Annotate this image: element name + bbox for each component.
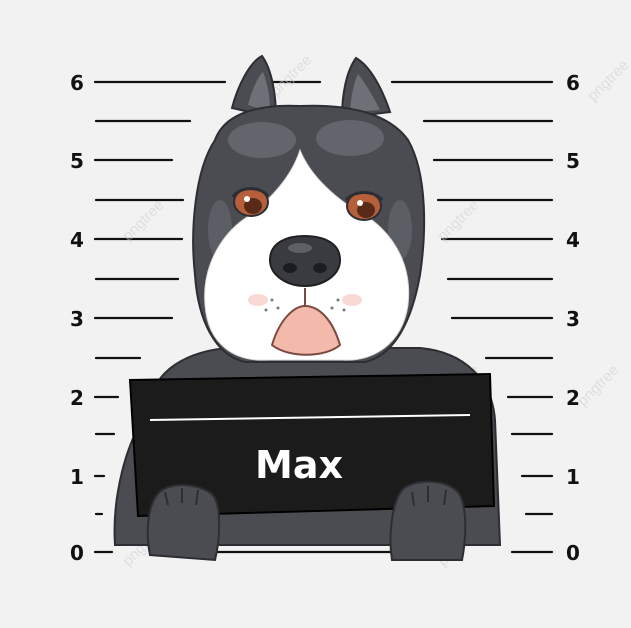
watermark-text-3: pngtree [119, 197, 167, 245]
dog-blush-left [248, 294, 268, 306]
height-label-left-5: 5 [70, 149, 84, 173]
height-label-right-6: 6 [566, 71, 580, 95]
height-labels-left: 6 5 4 3 2 1 0 [70, 71, 84, 565]
mugshot-scene: 6 5 4 3 2 1 0 6 5 4 3 2 1 0 pngtree pngt… [70, 52, 631, 570]
watermark-text-4: pngtree [434, 197, 482, 245]
dog-blush-right [342, 294, 362, 306]
height-label-right-5: 5 [566, 149, 580, 173]
height-labels-right: 6 5 4 3 2 1 0 [566, 71, 580, 565]
height-label-right-1: 1 [566, 465, 580, 489]
dog-nose-shine [288, 243, 312, 253]
height-label-left-6: 6 [70, 71, 84, 95]
height-label-right-3: 3 [566, 307, 580, 331]
dog-paw-left [146, 484, 221, 562]
height-label-right-4: 4 [566, 228, 580, 252]
height-label-right-0: 0 [566, 541, 580, 565]
watermark-text-2: pngtree [584, 57, 631, 105]
dog-nostril-right [313, 263, 327, 273]
height-label-left-0: 0 [70, 541, 84, 565]
dog-nostril-left [283, 263, 297, 273]
height-label-left-3: 3 [70, 307, 84, 331]
dog-eye-left-shine [244, 196, 250, 202]
dog-head-highlight-left [228, 122, 296, 158]
dog-eye-right-shine [357, 200, 363, 206]
watermark-text-5: pngtree [574, 362, 622, 410]
height-label-left-4: 4 [70, 228, 84, 252]
sign-name-text: Max [255, 443, 343, 487]
height-label-left-1: 1 [70, 465, 84, 489]
height-label-left-2: 2 [70, 386, 84, 410]
dog-head-highlight-right [316, 120, 384, 156]
